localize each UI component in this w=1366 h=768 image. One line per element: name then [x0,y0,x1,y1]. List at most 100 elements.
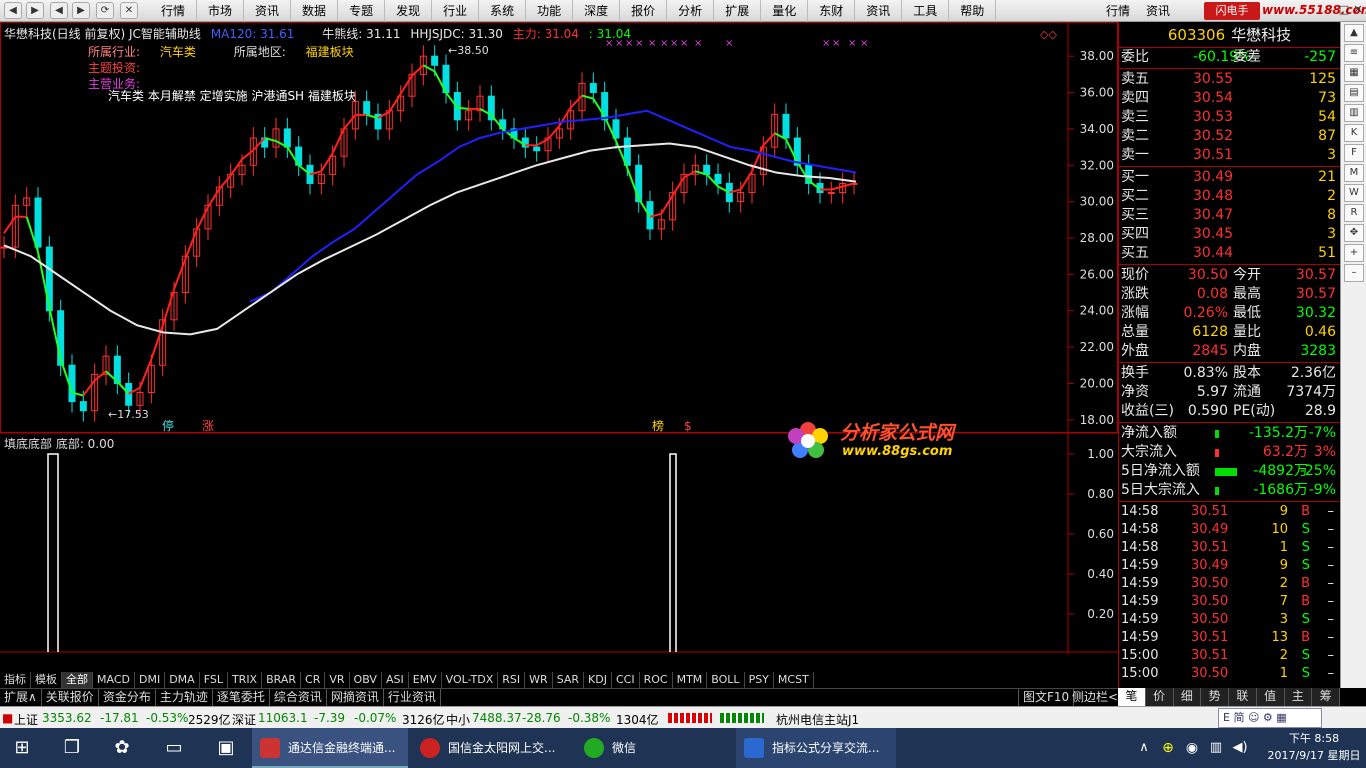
tool-up-icon[interactable]: ▲ [1344,24,1364,42]
tool-rsi-icon[interactable]: R [1344,204,1364,222]
industry-value[interactable]: 汽车类 [160,45,196,59]
menu-item-6[interactable]: 行业 [432,0,480,22]
indicator-tab-12[interactable]: ASI [382,672,409,688]
menu-item-11[interactable]: 分析 [667,0,715,22]
prev-icon[interactable]: ◀ [50,2,68,19]
menu-item-15[interactable]: 资讯 [855,0,903,22]
bottom-tab-7[interactable]: 行业资讯 [384,689,441,706]
menu-item-9[interactable]: 深度 [573,0,621,22]
indicator-tab-4[interactable]: DMI [135,672,166,688]
indicator-tab-6[interactable]: FSL [200,672,228,688]
input-method-bar[interactable]: E 简 ☺ ⚙ ▦ [1218,708,1322,728]
kline-chart[interactable]: 38.00 36.00 34.00 32.00 30.00 28.00 26.00 24.00… [0,22,1118,654]
menu-item-7[interactable]: 系统 [479,0,527,22]
indicator-tab-0[interactable]: 指标 [0,672,31,688]
menu-item-2[interactable]: 资讯 [244,0,292,22]
task-view-icon[interactable]: ❐ [58,734,86,762]
tool-bar-icon[interactable]: ▥ [1344,104,1364,122]
menu-item-14[interactable]: 东财 [808,0,856,22]
indicator-tab-24[interactable]: MCST [774,672,814,688]
indicator-tab-17[interactable]: SAR [553,672,585,688]
taskbar-app-wechat[interactable]: 微信 [576,728,732,768]
server-station[interactable]: 杭州电信主站J1 [776,711,859,728]
sidebar-toggle[interactable]: 侧边栏< [1068,689,1124,706]
indicator-tab-13[interactable]: EMV [409,672,442,688]
close-tab-icon[interactable]: ✕ [120,2,138,19]
right-tab-3[interactable]: 势 [1201,688,1229,706]
indicator-tab-11[interactable]: OBV [350,672,382,688]
taskbar-app-guoxin[interactable]: 国信金太阳网上交... [412,728,568,768]
bottom-tab-3[interactable]: 主力轨迹 [156,689,213,706]
ask-row[interactable]: 卖三 30.53 54 [1119,108,1340,127]
indicator-tab-7[interactable]: TRIX [228,672,263,688]
menu-item-12[interactable]: 扩展 [714,0,762,22]
f10-button[interactable]: 图文F10 [1018,689,1075,706]
indicator-tab-23[interactable]: PSY [745,672,774,688]
flash-trade-button[interactable]: 闪电手 [1204,2,1260,20]
indicator-tab-3[interactable]: MACD [93,672,135,688]
bid-row[interactable]: 买四 30.45 3 [1119,225,1340,244]
indicator-tab-21[interactable]: MTM [673,672,708,688]
close-icon[interactable]: ✕ [1350,2,1366,18]
windows-start-icon[interactable]: ⊞ [8,734,36,762]
folder-icon[interactable]: ▭ [160,734,188,762]
indicator-tab-18[interactable]: KDJ [584,672,612,688]
bottom-tab-5[interactable]: 综合资讯 [270,689,327,706]
right-tab-5[interactable]: 值 [1257,688,1285,706]
tool-w-icon[interactable]: W [1344,184,1364,202]
tool-grid-icon[interactable]: ▦ [1344,64,1364,82]
right-tab-4[interactable]: 联 [1229,688,1257,706]
volume-icon[interactable]: ◀) [1226,734,1254,762]
menu-hq[interactable]: 行情 [1098,0,1138,22]
event-marker-dollar[interactable]: $ [684,419,692,433]
tool-move-icon[interactable]: ✥ [1344,224,1364,242]
bottom-tab-2[interactable]: 资金分布 [99,689,156,706]
flow-row[interactable]: 净流入额 -135.2万 -7% [1119,424,1340,443]
menu-item-17[interactable]: 帮助 [949,0,997,22]
indicator-tab-14[interactable]: VOL-TDX [442,672,499,688]
tool-k-icon[interactable]: K [1344,124,1364,142]
indicator-tab-19[interactable]: CCI [612,672,640,688]
taskbar-app-browser[interactable]: 指标公式分享交流... [736,728,896,768]
menu-item-13[interactable]: 量化 [761,0,809,22]
taskbar-clock[interactable]: 下午 8:58 2017/9/17 星期日 [1262,730,1366,764]
indicator-tab-8[interactable]: BRAR [262,672,302,688]
sz-value[interactable]: 11063.1 [258,711,308,725]
right-tab-1[interactable]: 价 [1146,688,1174,706]
tool-m-icon[interactable]: M [1344,164,1364,182]
bid-row[interactable]: 买二 30.48 2 [1119,187,1340,206]
back-icon[interactable]: ◀ [4,2,22,19]
right-tab-2[interactable]: 细 [1174,688,1202,706]
indicator-tab-15[interactable]: RSI [498,672,526,688]
menu-item-0[interactable]: 行情 [150,0,198,22]
bid-row[interactable]: 买五 30.44 51 [1119,244,1340,263]
indicator-tab-1[interactable]: 模板 [31,672,62,688]
ask-row[interactable]: 卖四 30.54 73 [1119,89,1340,108]
region-value[interactable]: 福建板块 [306,45,354,59]
refresh-icon[interactable]: ⟳ [96,2,114,19]
tool-zoom-in-icon[interactable]: + [1344,244,1364,262]
forward-icon[interactable]: ▶ [26,2,44,19]
indicator-tab-16[interactable]: WR [525,672,553,688]
menu-item-1[interactable]: 市场 [197,0,245,22]
indicator-tab-20[interactable]: ROC [640,672,673,688]
sh-value[interactable]: 3353.62 [42,711,92,725]
menu-item-5[interactable]: 发现 [385,0,433,22]
menu-item-8[interactable]: 功能 [526,0,574,22]
indicator-tab-2[interactable]: 全部 [62,672,93,688]
monitor-app-icon[interactable]: ▣ [212,734,240,762]
tool-chart-icon[interactable]: ▤ [1344,84,1364,102]
event-marker-rank[interactable]: 榜 [652,418,664,433]
tool-list-icon[interactable]: ≡ [1344,44,1364,62]
menu-zx[interactable]: 资讯 [1138,0,1178,22]
ask-row[interactable]: 卖二 30.52 87 [1119,127,1340,146]
menu-item-10[interactable]: 报价 [620,0,668,22]
bottom-tab-6[interactable]: 网摘资讯 [327,689,384,706]
indicator-tab-10[interactable]: VR [325,672,350,688]
event-marker-up[interactable]: 涨 [202,418,214,433]
ask-row[interactable]: 卖五 30.55 125 [1119,70,1340,89]
right-tab-0[interactable]: 笔 [1118,688,1146,706]
flow-row[interactable]: 5日大宗流入 -1686万 -9% [1119,481,1340,500]
taskbar-app-tdx[interactable]: 通达信金融终端通... [252,728,408,768]
flow-row[interactable]: 5日净流入额 -4892万 -25% [1119,462,1340,481]
